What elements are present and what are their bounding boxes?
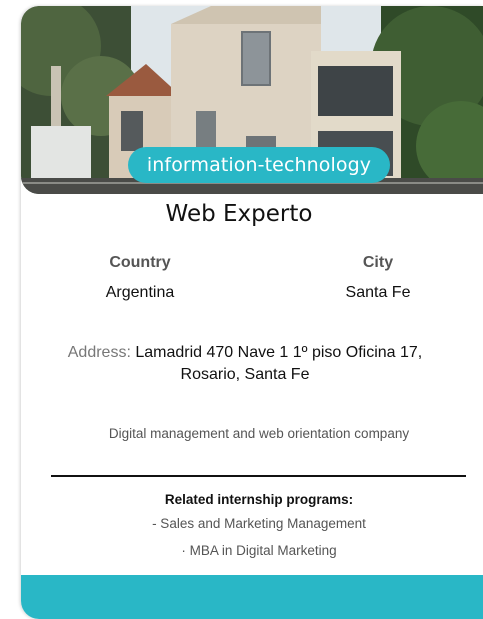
- card-footer-bar: [21, 575, 483, 619]
- company-name: Web Experto: [165, 201, 313, 227]
- country-label: Country: [109, 254, 171, 271]
- address-value: Lamadrid 470 Nave 1 1º piso Oficina 17, …: [135, 344, 423, 383]
- programs-title: Related internship programs:: [164, 492, 354, 507]
- city-value: Santa Fe: [345, 284, 411, 301]
- country-column: Country Argentina: [40, 252, 240, 304]
- program-item[interactable]: - Sales and Marketing Management: [0, 516, 483, 531]
- address-label: Address:: [67, 344, 131, 361]
- city-column: City Santa Fe: [278, 252, 478, 304]
- country-value: Argentina: [105, 284, 175, 301]
- divider: [51, 475, 466, 477]
- address: Address: Lamadrid 470 Nave 1 1º piso Ofi…: [60, 342, 430, 386]
- city-label: City: [362, 254, 394, 271]
- company-description: Digital management and web orientation c…: [108, 426, 410, 441]
- program-item[interactable]: · MBA in Digital Marketing: [0, 543, 483, 558]
- category-badge: information-technology: [128, 147, 390, 183]
